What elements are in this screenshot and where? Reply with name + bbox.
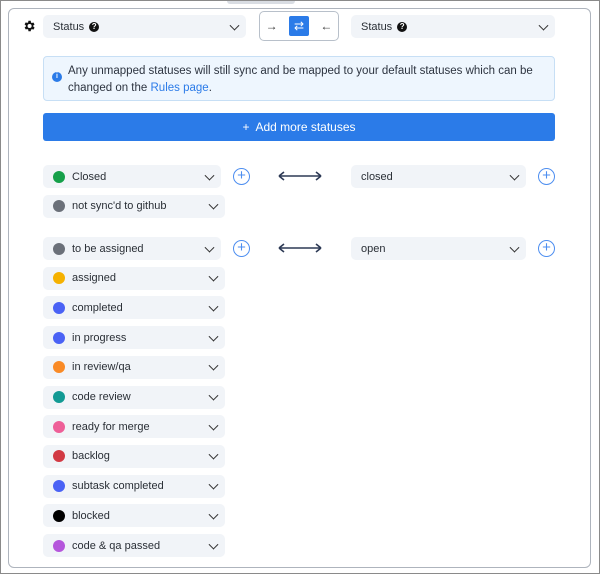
direction-both-button[interactable]: ⇄	[288, 16, 309, 36]
status-label: assigned	[72, 272, 117, 285]
status-color-dot	[53, 272, 65, 285]
status-color-dot	[53, 200, 65, 213]
chevron-down-icon	[208, 420, 219, 431]
add-left-status-button[interactable]: +	[233, 168, 250, 185]
status-label: code & qa passed	[72, 539, 161, 552]
left-status-select[interactable]: code & qa passed	[43, 534, 225, 557]
chevron-down-icon	[208, 450, 219, 460]
left-status-select[interactable]: blocked	[43, 504, 225, 528]
left-status-select[interactable]: completed	[43, 296, 225, 320]
status-label: closed	[361, 170, 393, 183]
info-text: Any unmapped statuses will still sync an…	[68, 65, 533, 94]
status-color-dot	[53, 480, 65, 493]
left-field-label: Status	[53, 20, 85, 33]
chevron-down-icon	[208, 390, 219, 401]
status-color-dot	[53, 361, 65, 374]
status-label: blocked	[72, 509, 110, 522]
chevron-down-icon	[208, 331, 219, 342]
right-status-select[interactable]: open	[351, 237, 526, 260]
chevron-down-icon	[204, 242, 215, 253]
chevron-down-icon	[509, 170, 520, 181]
right-field-label: Status	[361, 20, 393, 33]
chevron-down-icon	[208, 479, 219, 490]
chevron-down-icon	[204, 170, 215, 181]
left-status-select[interactable]: in progress	[43, 326, 225, 350]
status-label: completed	[72, 301, 123, 314]
status-label: code review	[72, 391, 131, 403]
bidirectional-arrow-icon	[278, 171, 322, 181]
status-color-dot	[53, 170, 65, 183]
status-label: subtask completed	[72, 480, 164, 493]
add-left-status-button[interactable]: +	[233, 240, 250, 257]
left-status-select[interactable]: assigned	[43, 266, 225, 290]
chevron-down-icon	[538, 20, 549, 31]
status-label: in review/qa	[72, 361, 131, 374]
status-color-dot	[53, 450, 65, 463]
chevron-down-icon	[229, 20, 240, 31]
add-right-status-button[interactable]: +	[538, 168, 555, 185]
status-label: backlog	[72, 450, 110, 463]
chevron-down-icon	[208, 271, 219, 282]
status-color-dot	[53, 539, 65, 552]
chevron-down-icon	[208, 539, 219, 550]
status-color-dot	[53, 242, 65, 255]
info-suffix: .	[208, 82, 212, 94]
chevron-down-icon	[208, 360, 219, 371]
chevron-down-icon	[208, 199, 219, 210]
status-label: to be assigned	[72, 242, 144, 255]
left-status-select[interactable]: subtask completed	[43, 474, 225, 498]
direction-right-button[interactable]: →	[266, 19, 278, 33]
status-color-dot	[53, 509, 65, 522]
status-label: open	[361, 242, 386, 255]
plus-icon: +	[242, 120, 250, 134]
info-icon: i	[52, 72, 62, 82]
right-field-select[interactable]: Status?	[351, 15, 555, 38]
left-status-select[interactable]: Closed	[43, 165, 221, 188]
left-status-select[interactable]: ready for merge	[43, 415, 225, 439]
add-right-status-button[interactable]: +	[538, 240, 555, 257]
status-label: not sync'd to github	[72, 200, 167, 213]
left-status-select[interactable]: not sync'd to github	[43, 194, 225, 218]
chevron-down-icon	[509, 242, 520, 253]
left-status-select[interactable]: in review/qa	[43, 355, 225, 379]
status-color-dot	[53, 331, 65, 344]
add-more-statuses-label: Add more statuses	[255, 120, 356, 134]
rules-page-link[interactable]: Rules page	[151, 82, 209, 94]
direction-left-button[interactable]: ←	[320, 19, 332, 33]
add-more-statuses-button[interactable]: + Add more statuses	[43, 113, 555, 141]
status-label: ready for merge	[72, 420, 150, 433]
left-field-select[interactable]: Status?	[43, 15, 246, 38]
chevron-down-icon	[208, 509, 219, 520]
left-status-select[interactable]: to be assigned	[43, 237, 221, 260]
bidirectional-arrow-icon	[278, 243, 322, 253]
status-label: Closed	[72, 170, 107, 183]
status-color-dot	[53, 420, 65, 433]
right-status-select[interactable]: closed	[351, 165, 526, 188]
question-icon[interactable]: ?	[89, 21, 100, 32]
status-color-dot	[53, 391, 65, 403]
question-icon[interactable]: ?	[397, 21, 408, 32]
status-color-dot	[53, 301, 65, 314]
top-tab-handle	[227, 1, 295, 4]
sync-direction-toggle: → ⇄ ←	[259, 11, 339, 41]
chevron-down-icon	[208, 301, 219, 312]
status-label: in progress	[72, 331, 127, 344]
info-banner: i Any unmapped statuses will still sync …	[43, 56, 555, 101]
left-status-select[interactable]: backlog	[43, 444, 225, 468]
gear-icon[interactable]	[22, 19, 36, 33]
left-status-select[interactable]: code review	[43, 385, 225, 409]
